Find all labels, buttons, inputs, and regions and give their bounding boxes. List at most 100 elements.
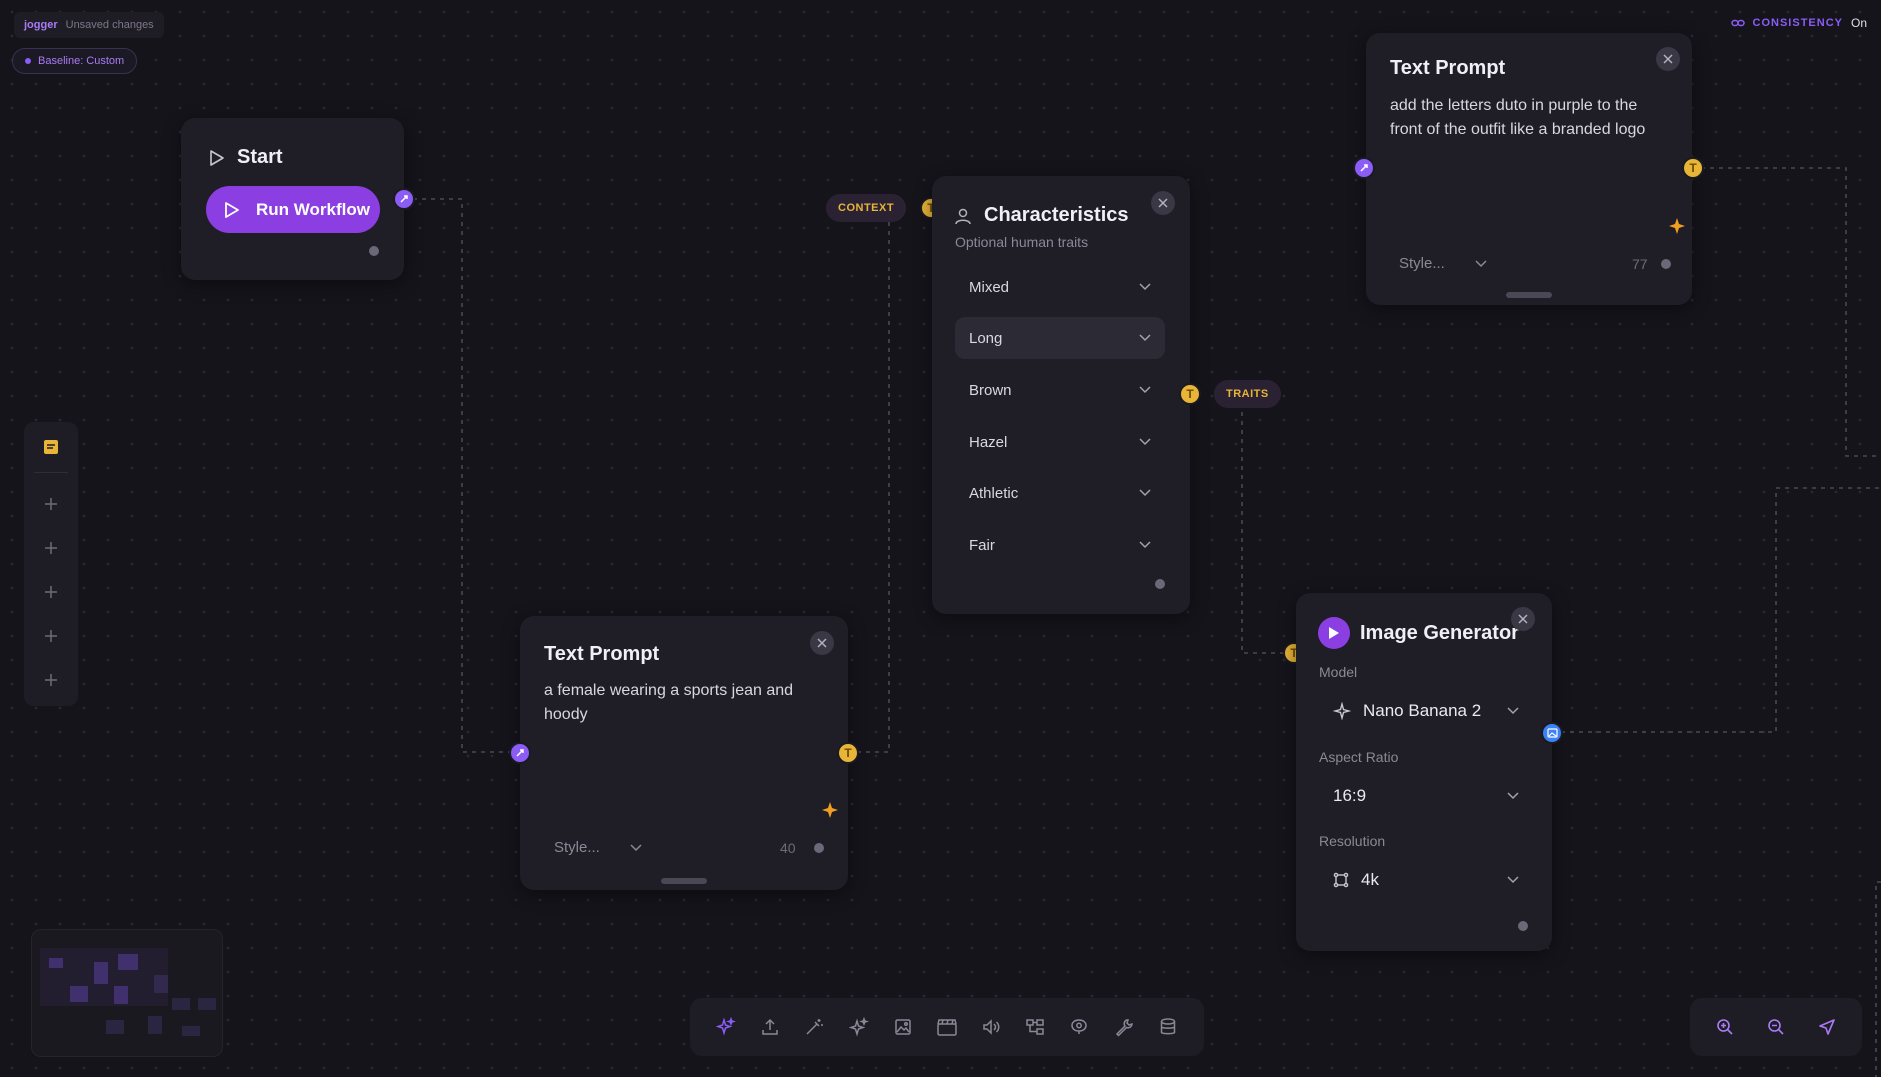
trait-dropdown-skin-tone[interactable]: Mixed	[955, 266, 1165, 308]
text-prompt-node[interactable]: Text Prompt add the letters duto in purp…	[1366, 33, 1692, 305]
database-icon[interactable]	[1153, 1012, 1183, 1042]
dropdown-value: Fair	[969, 536, 995, 554]
style-placeholder: Style...	[554, 839, 600, 856]
video-clapper-icon[interactable]	[932, 1012, 962, 1042]
baseline-label: Baseline: Custom	[38, 55, 125, 67]
add-icon[interactable]	[39, 536, 63, 560]
style-select[interactable]: Style...	[554, 839, 642, 856]
text-output-port[interactable]: T	[1682, 157, 1704, 179]
text-prompt-node[interactable]: Text Prompt a female wearing a sports je…	[520, 616, 848, 890]
traits-output-port[interactable]: T	[1179, 383, 1201, 405]
wire-prompt-out	[1692, 167, 1881, 457]
start-status-dot	[369, 246, 379, 256]
toolbar-divider	[34, 472, 68, 473]
text-output-port[interactable]: T	[837, 742, 859, 764]
wrench-icon[interactable]	[1109, 1012, 1139, 1042]
style-select[interactable]: Style...	[1399, 255, 1487, 272]
trait-dropdown-hair-color[interactable]: Brown	[955, 369, 1165, 411]
zoom-out-icon[interactable]	[1761, 1012, 1791, 1042]
trait-dropdown-complexion[interactable]: Fair	[955, 524, 1165, 566]
wire-characteristics-to-imagegen	[1241, 394, 1294, 654]
prompt-text-area[interactable]: a female wearing a sports jean and hoody	[544, 679, 824, 726]
chevron-down-icon	[1139, 438, 1151, 446]
add-icon[interactable]	[39, 668, 63, 692]
trait-dropdown-hair-length[interactable]: Long	[955, 317, 1165, 359]
start-node[interactable]: Start Run Workflow	[181, 118, 404, 280]
chevron-down-icon	[1507, 876, 1519, 884]
left-toolbar	[24, 422, 78, 706]
minimap-node	[148, 1016, 162, 1034]
chevron-down-icon	[1139, 334, 1151, 342]
play-icon[interactable]	[1318, 617, 1350, 649]
project-name[interactable]: jogger	[24, 19, 58, 31]
send-icon[interactable]	[1812, 1012, 1842, 1042]
characteristics-node[interactable]: Characteristics Optional human traits Mi…	[932, 176, 1190, 614]
close-button[interactable]	[1511, 607, 1535, 631]
link-icon	[1730, 18, 1745, 28]
run-workflow-button[interactable]: Run Workflow	[206, 186, 380, 233]
prompt-status-dot	[814, 843, 824, 853]
start-output-port[interactable]	[393, 188, 415, 210]
sparkle-icon[interactable]	[821, 801, 839, 819]
brain-icon[interactable]	[1064, 1012, 1094, 1042]
project-bar: jogger Unsaved changes	[14, 12, 164, 38]
sparkle-icon[interactable]	[1668, 217, 1686, 235]
char-count: 77	[1632, 256, 1648, 272]
chevron-down-icon	[1139, 541, 1151, 549]
zoom-toolbar	[1690, 998, 1862, 1056]
image-icon[interactable]	[888, 1012, 918, 1042]
chevron-down-icon	[1475, 259, 1487, 267]
chevron-down-icon	[630, 843, 642, 851]
minimap-node	[172, 998, 190, 1010]
close-icon	[1518, 614, 1528, 624]
volume-icon[interactable]	[976, 1012, 1006, 1042]
traits-tag: TRAITS	[1214, 380, 1281, 408]
workflow-icon[interactable]	[1020, 1012, 1050, 1042]
chevron-down-icon	[1139, 489, 1151, 497]
wire-prompt-to-characteristics	[848, 208, 890, 753]
close-button[interactable]	[810, 631, 834, 655]
resize-handle[interactable]	[1506, 292, 1552, 298]
dropdown-value: Brown	[969, 381, 1012, 399]
magic-wand-icon[interactable]	[799, 1012, 829, 1042]
close-icon	[1663, 54, 1673, 64]
wire-offscreen	[1875, 881, 1881, 1077]
prompt-input-port[interactable]	[1353, 157, 1375, 179]
trait-dropdown-eye-color[interactable]: Hazel	[955, 421, 1165, 463]
prompt-input-port[interactable]	[509, 742, 531, 764]
prompt-status-dot	[1661, 259, 1671, 269]
upload-icon[interactable]	[755, 1012, 785, 1042]
minimap-node	[106, 1020, 124, 1034]
close-icon	[817, 638, 827, 648]
minimap-viewport[interactable]	[40, 948, 168, 1006]
notes-icon[interactable]	[39, 435, 63, 459]
image-output-port[interactable]	[1541, 722, 1563, 744]
baseline-badge[interactable]: Baseline: Custom	[12, 48, 138, 74]
characteristics-subtitle: Optional human traits	[955, 234, 1089, 250]
zoom-in-icon[interactable]	[1710, 1012, 1740, 1042]
trait-dropdown-build[interactable]: Athletic	[955, 472, 1165, 514]
consistency-toggle[interactable]: CONSISTENCY On	[1730, 16, 1867, 30]
model-sparkle-icon	[1333, 702, 1351, 720]
model-select[interactable]: Nano Banana 2	[1319, 691, 1519, 731]
sparkles-icon[interactable]	[711, 1012, 741, 1042]
image-generator-node[interactable]: Image Generator Model Nano Banana 2 Aspe…	[1296, 593, 1552, 951]
close-button[interactable]	[1151, 191, 1175, 215]
add-icon[interactable]	[39, 624, 63, 648]
play-icon	[224, 201, 240, 219]
ai-sparkle-icon[interactable]	[844, 1012, 874, 1042]
add-icon[interactable]	[39, 580, 63, 604]
aspect-ratio-select[interactable]: 16:9	[1319, 776, 1519, 816]
resolution-select[interactable]: 4k	[1319, 860, 1519, 900]
close-button[interactable]	[1656, 47, 1680, 71]
add-icon[interactable]	[39, 492, 63, 516]
image-generator-title: Image Generator	[1360, 621, 1519, 644]
model-value: Nano Banana 2	[1363, 701, 1482, 720]
resize-handle[interactable]	[661, 878, 707, 884]
prompt-text-area[interactable]: add the letters duto in purple to the fr…	[1390, 94, 1670, 141]
minimap[interactable]	[31, 929, 223, 1057]
model-label: Model	[1319, 664, 1358, 680]
resolution-value: 4k	[1361, 870, 1379, 889]
dropdown-value: Athletic	[969, 484, 1019, 502]
aspect-ratio-value: 16:9	[1333, 786, 1367, 805]
